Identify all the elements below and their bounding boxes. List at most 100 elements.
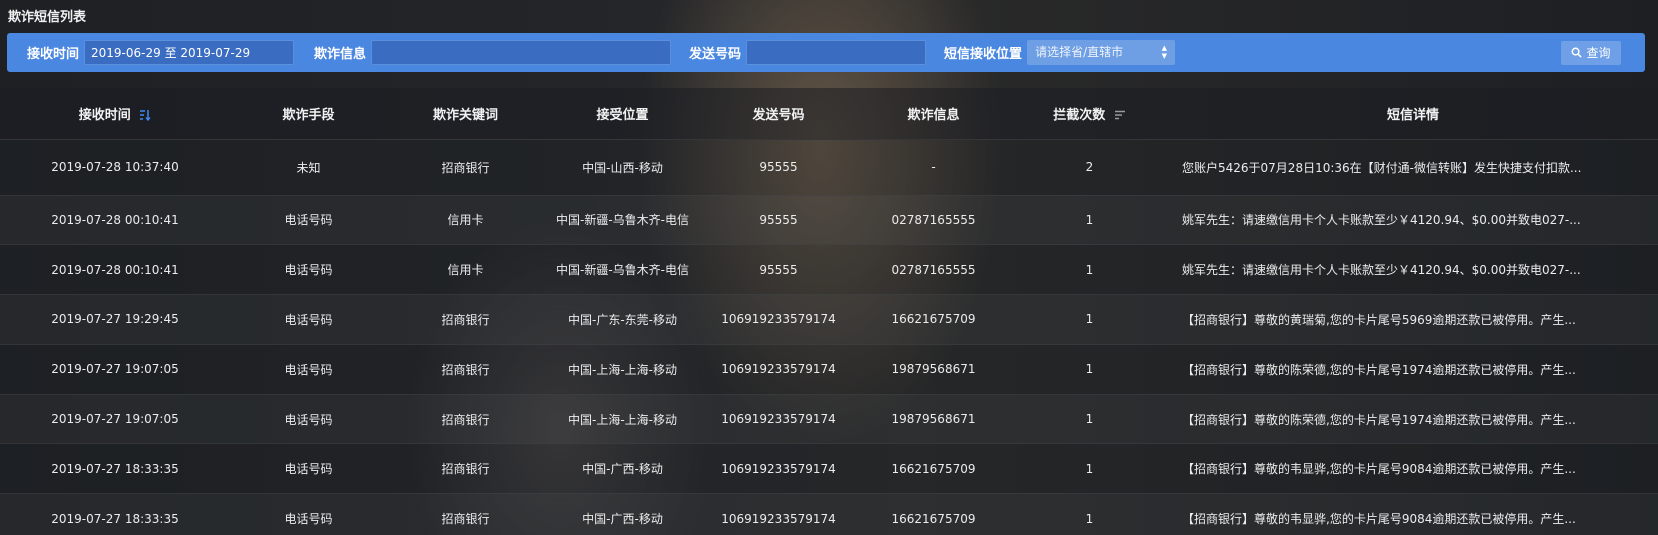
table-row[interactable]: 2019-07-27 19:07:05 电话号码 招商银行 中国-上海-上海-移动 10… — [0, 394, 1658, 445]
cell-fraud-method: 电话号码 — [230, 344, 387, 395]
table-row[interactable]: 2019-07-27 19:07:05 电话号码 招商银行 中国-上海-上海-移动 10… — [0, 344, 1658, 395]
cell-block-count: 1 — [1011, 443, 1168, 495]
sender-number-input[interactable] — [746, 40, 927, 65]
cell-block-count: 1 — [1011, 294, 1168, 345]
location-select[interactable]: 请选择省/直辖市 ▲ ▼ — [1027, 40, 1176, 65]
sort-icon[interactable] — [1114, 109, 1126, 121]
cell-fraud-keyword: 招商银行 — [387, 394, 544, 445]
sms-table: 接收时间 欺诈手段 欺诈关键词 接受位置 发送号码 欺诈信息 拦截次数 短信详情… — [0, 88, 1658, 535]
table-row[interactable]: 2019-07-27 18:33:35 电话号码 招商银行 中国-广西-移动 10691… — [0, 493, 1658, 535]
cell-location: 中国-广东-东莞-移动 — [544, 294, 701, 345]
cell-sender: 106919233579174 — [701, 394, 856, 445]
cell-receive-time: 2019-07-27 18:33:35 — [0, 443, 230, 495]
cell-fraud-info: 19879568671 — [856, 344, 1011, 395]
cell-fraud-keyword: 招商银行 — [387, 493, 544, 535]
cell-fraud-info: 16621675709 — [856, 294, 1011, 345]
location-select-placeholder: 请选择省/直辖市 — [1035, 45, 1124, 59]
cell-receive-time: 2019-07-27 19:29:45 — [0, 294, 230, 345]
search-icon — [1572, 47, 1583, 58]
cell-location: 中国-广西-移动 — [544, 443, 701, 495]
cell-sender: 106919233579174 — [701, 344, 856, 395]
location-filter-label: 短信接收位置 — [944, 47, 1023, 62]
cell-sender: 106919233579174 — [701, 493, 856, 535]
cell-sms-detail: 【招商银行】尊敬的黄瑞菊,您的卡片尾号5969逾期还款已被停用。产生... — [1168, 294, 1658, 345]
table-row[interactable]: 2019-07-28 10:37:40 未知 招商银行 中国-山西-移动 95555-2… — [0, 139, 1658, 196]
table-row[interactable]: 2019-07-27 18:33:35 电话号码 招商银行 中国-广西-移动 10691… — [0, 443, 1658, 495]
cell-sender: 95555 — [701, 139, 856, 196]
cell-block-count: 1 — [1011, 195, 1168, 246]
cell-location: 中国-新疆-乌鲁木齐-电信 — [544, 244, 701, 296]
cell-receive-time: 2019-07-27 18:33:35 — [0, 493, 230, 535]
cell-fraud-keyword: 招商银行 — [387, 443, 544, 495]
col-header-fraud-method: 欺诈手段 — [230, 88, 387, 140]
cell-sender: 106919233579174 — [701, 294, 856, 345]
time-range-input[interactable] — [84, 40, 295, 65]
cell-sms-detail: 【招商银行】尊敬的韦显骅,您的卡片尾号9084逾期还款已被停用。产生... — [1168, 443, 1658, 495]
page-title: 欺诈短信列表 — [8, 10, 87, 25]
table-row[interactable]: 2019-07-27 19:29:45 电话号码 招商银行 中国-广东-东莞-移动 10… — [0, 294, 1658, 345]
col-header-sms-detail: 短信详情 — [1168, 88, 1658, 140]
cell-sender: 95555 — [701, 244, 856, 296]
cell-fraud-info: 02787165555 — [856, 244, 1011, 296]
cell-fraud-method: 电话号码 — [230, 244, 387, 296]
cell-block-count: 1 — [1011, 493, 1168, 535]
cell-fraud-keyword: 信用卡 — [387, 195, 544, 246]
cell-sender: 95555 — [701, 195, 856, 246]
cell-location: 中国-上海-上海-移动 — [544, 394, 701, 445]
cell-receive-time: 2019-07-27 19:07:05 — [0, 394, 230, 445]
cell-sms-detail: 您账户5426于07月28日10:36在【财付通-微信转账】发生快捷支付扣款..… — [1168, 139, 1658, 196]
col-header-block-count[interactable]: 拦截次数 — [1011, 88, 1168, 140]
cell-sms-detail: 姚军先生：请速缴信用卡个人卡账款至少￥4120.94、$0.00并致电027-.… — [1168, 195, 1658, 246]
cell-sms-detail: 姚军先生：请速缴信用卡个人卡账款至少￥4120.94、$0.00并致电027-.… — [1168, 244, 1658, 296]
cell-receive-time: 2019-07-27 19:07:05 — [0, 344, 230, 395]
cell-sms-detail: 【招商银行】尊敬的韦显骅,您的卡片尾号9084逾期还款已被停用。产生... — [1168, 493, 1658, 535]
col-header-fraud-info: 欺诈信息 — [856, 88, 1011, 140]
info-filter-label: 欺诈信息 — [314, 47, 367, 62]
cell-location: 中国-山西-移动 — [544, 139, 701, 196]
cell-fraud-keyword: 信用卡 — [387, 244, 544, 296]
col-header-receive-time[interactable]: 接收时间 — [0, 88, 230, 140]
cell-fraud-method: 电话号码 — [230, 195, 387, 246]
cell-block-count: 1 — [1011, 394, 1168, 445]
cell-fraud-method: 电话号码 — [230, 493, 387, 535]
cell-fraud-method: 电话号码 — [230, 443, 387, 495]
search-button[interactable]: 查询 — [1561, 40, 1621, 65]
time-filter-label: 接收时间 — [27, 47, 80, 62]
phone-filter-label: 发送号码 — [689, 47, 742, 62]
cell-fraud-info: 16621675709 — [856, 443, 1011, 495]
cell-location: 中国-广西-移动 — [544, 493, 701, 535]
sort-active-icon[interactable] — [139, 109, 151, 122]
select-arrows-icon: ▲ ▼ — [1161, 44, 1168, 60]
col-header-sender: 发送号码 — [701, 88, 856, 140]
fraud-info-input[interactable] — [371, 40, 672, 65]
col-header-location: 接受位置 — [544, 88, 701, 140]
cell-fraud-method: 未知 — [230, 139, 387, 196]
cell-fraud-keyword: 招商银行 — [387, 344, 544, 395]
cell-sender: 106919233579174 — [701, 443, 856, 495]
cell-location: 中国-新疆-乌鲁木齐-电信 — [544, 195, 701, 246]
cell-receive-time: 2019-07-28 00:10:41 — [0, 195, 230, 246]
cell-fraud-method: 电话号码 — [230, 394, 387, 445]
table-body: 2019-07-28 10:37:40 未知 招商银行 中国-山西-移动 95555-2… — [0, 139, 1658, 535]
cell-fraud-info: 02787165555 — [856, 195, 1011, 246]
cell-fraud-keyword: 招商银行 — [387, 294, 544, 345]
cell-block-count: 1 — [1011, 344, 1168, 395]
cell-block-count: 2 — [1011, 139, 1168, 196]
cell-fraud-info: 19879568671 — [856, 394, 1011, 445]
cell-fraud-info: - — [856, 139, 1011, 196]
cell-location: 中国-上海-上海-移动 — [544, 344, 701, 395]
filter-bar: 接收时间 欺诈信息 发送号码 短信接收位置 请选择省/直辖市 ▲▼ 查询 — [7, 33, 1645, 72]
cell-receive-time: 2019-07-28 10:37:40 — [0, 139, 230, 196]
cell-fraud-info: 16621675709 — [856, 493, 1011, 535]
table-row[interactable]: 2019-07-28 00:10:41 电话号码 信用卡 中国-新疆-乌鲁木齐-电信 9… — [0, 244, 1658, 296]
table-header-row: 接收时间 欺诈手段 欺诈关键词 接受位置 发送号码 欺诈信息 拦截次数 短信详情 — [0, 88, 1658, 140]
cell-sms-detail: 【招商银行】尊敬的陈荣德,您的卡片尾号1974逾期还款已被停用。产生... — [1168, 344, 1658, 395]
search-button-label: 查询 — [1586, 46, 1611, 60]
cell-receive-time: 2019-07-28 00:10:41 — [0, 244, 230, 296]
cell-sms-detail: 【招商银行】尊敬的陈荣德,您的卡片尾号1974逾期还款已被停用。产生... — [1168, 394, 1658, 445]
table-row[interactable]: 2019-07-28 00:10:41 电话号码 信用卡 中国-新疆-乌鲁木齐-电信 9… — [0, 195, 1658, 246]
col-header-fraud-keyword: 欺诈关键词 — [387, 88, 544, 140]
cell-block-count: 1 — [1011, 244, 1168, 296]
cell-fraud-keyword: 招商银行 — [387, 139, 544, 196]
cell-fraud-method: 电话号码 — [230, 294, 387, 345]
